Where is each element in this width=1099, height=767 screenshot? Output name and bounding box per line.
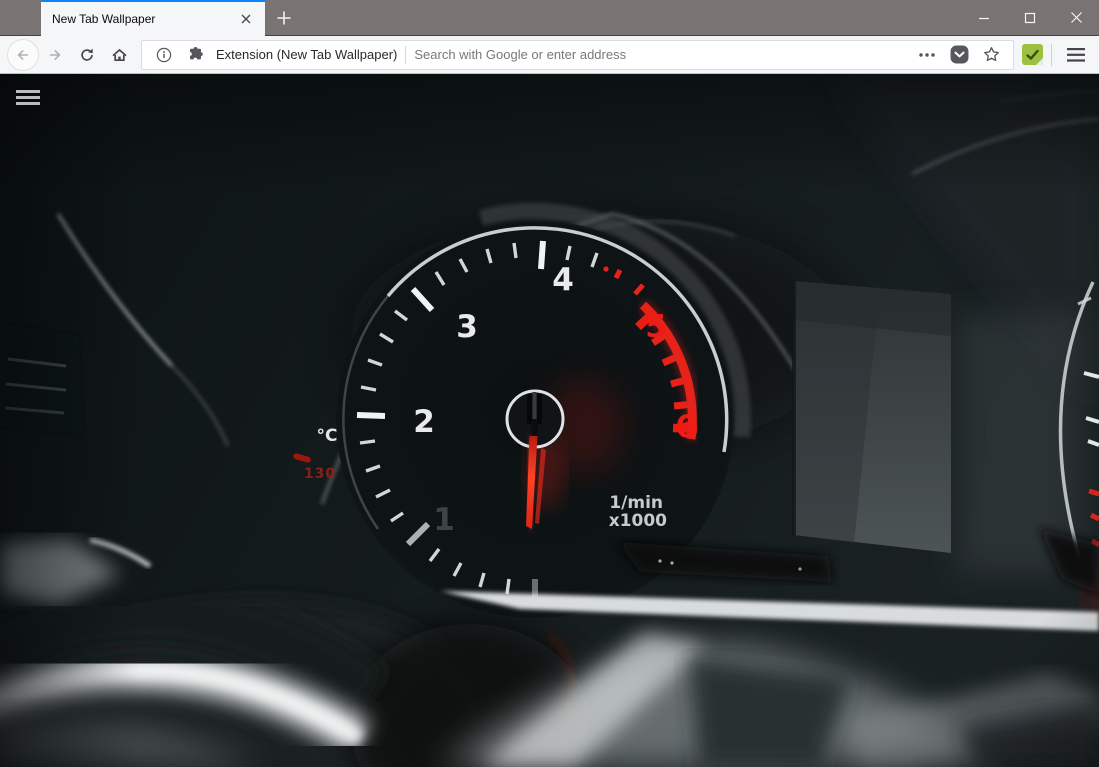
address-bar[interactable]: Extension (New Tab Wallpaper) Search wit… bbox=[141, 40, 1014, 70]
new-tab-button[interactable] bbox=[270, 5, 298, 31]
pocket-button[interactable] bbox=[947, 43, 971, 67]
hamburger-icon bbox=[1067, 48, 1085, 62]
reload-button[interactable] bbox=[71, 39, 103, 71]
address-identity-label: Extension (New Tab Wallpaper) bbox=[216, 47, 397, 62]
minimize-button[interactable] bbox=[961, 0, 1007, 35]
tab-close-icon[interactable] bbox=[235, 8, 257, 30]
forward-arrow-icon bbox=[47, 47, 63, 63]
search-placeholder-text[interactable]: Search with Google or enter address bbox=[414, 47, 907, 62]
reload-icon bbox=[79, 47, 95, 63]
extension-toolbar-button[interactable] bbox=[1022, 44, 1043, 65]
forward-button[interactable] bbox=[39, 39, 71, 71]
tab-title: New Tab Wallpaper bbox=[52, 12, 235, 26]
star-icon bbox=[983, 46, 1000, 63]
toolbar-divider bbox=[1051, 44, 1052, 66]
page-actions-button[interactable] bbox=[915, 43, 939, 67]
navigation-toolbar: Extension (New Tab Wallpaper) Search wit… bbox=[0, 36, 1099, 74]
home-icon bbox=[111, 47, 128, 63]
dashboard-wallpaper: 1 2 3 4 5 6 1/min x1000 °C 130 bbox=[0, 74, 1099, 767]
bookmark-star-button[interactable] bbox=[979, 43, 1003, 67]
info-icon[interactable] bbox=[152, 43, 176, 67]
back-button[interactable] bbox=[7, 39, 39, 71]
window-controls bbox=[961, 0, 1099, 35]
maximize-button[interactable] bbox=[1007, 0, 1053, 35]
home-button[interactable] bbox=[103, 39, 135, 71]
note-check-icon bbox=[1022, 44, 1043, 65]
menu-bar bbox=[16, 90, 40, 93]
extension-puzzle-icon bbox=[184, 43, 208, 67]
tab-new-tab-wallpaper[interactable]: New Tab Wallpaper bbox=[41, 0, 265, 36]
page-content: 1 2 3 4 5 6 1/min x1000 °C 130 bbox=[0, 74, 1099, 767]
page-menu-button[interactable] bbox=[16, 90, 40, 105]
pocket-icon bbox=[950, 45, 969, 64]
back-arrow-icon bbox=[15, 47, 31, 63]
ellipsis-icon bbox=[919, 53, 935, 57]
close-button[interactable] bbox=[1053, 0, 1099, 35]
menu-button[interactable] bbox=[1060, 39, 1092, 71]
menu-bar bbox=[16, 96, 40, 99]
browser-window: New Tab Wallpaper bbox=[0, 0, 1099, 767]
menu-bar bbox=[16, 102, 40, 105]
titlebar: New Tab Wallpaper bbox=[0, 0, 1099, 36]
address-divider bbox=[405, 46, 406, 64]
